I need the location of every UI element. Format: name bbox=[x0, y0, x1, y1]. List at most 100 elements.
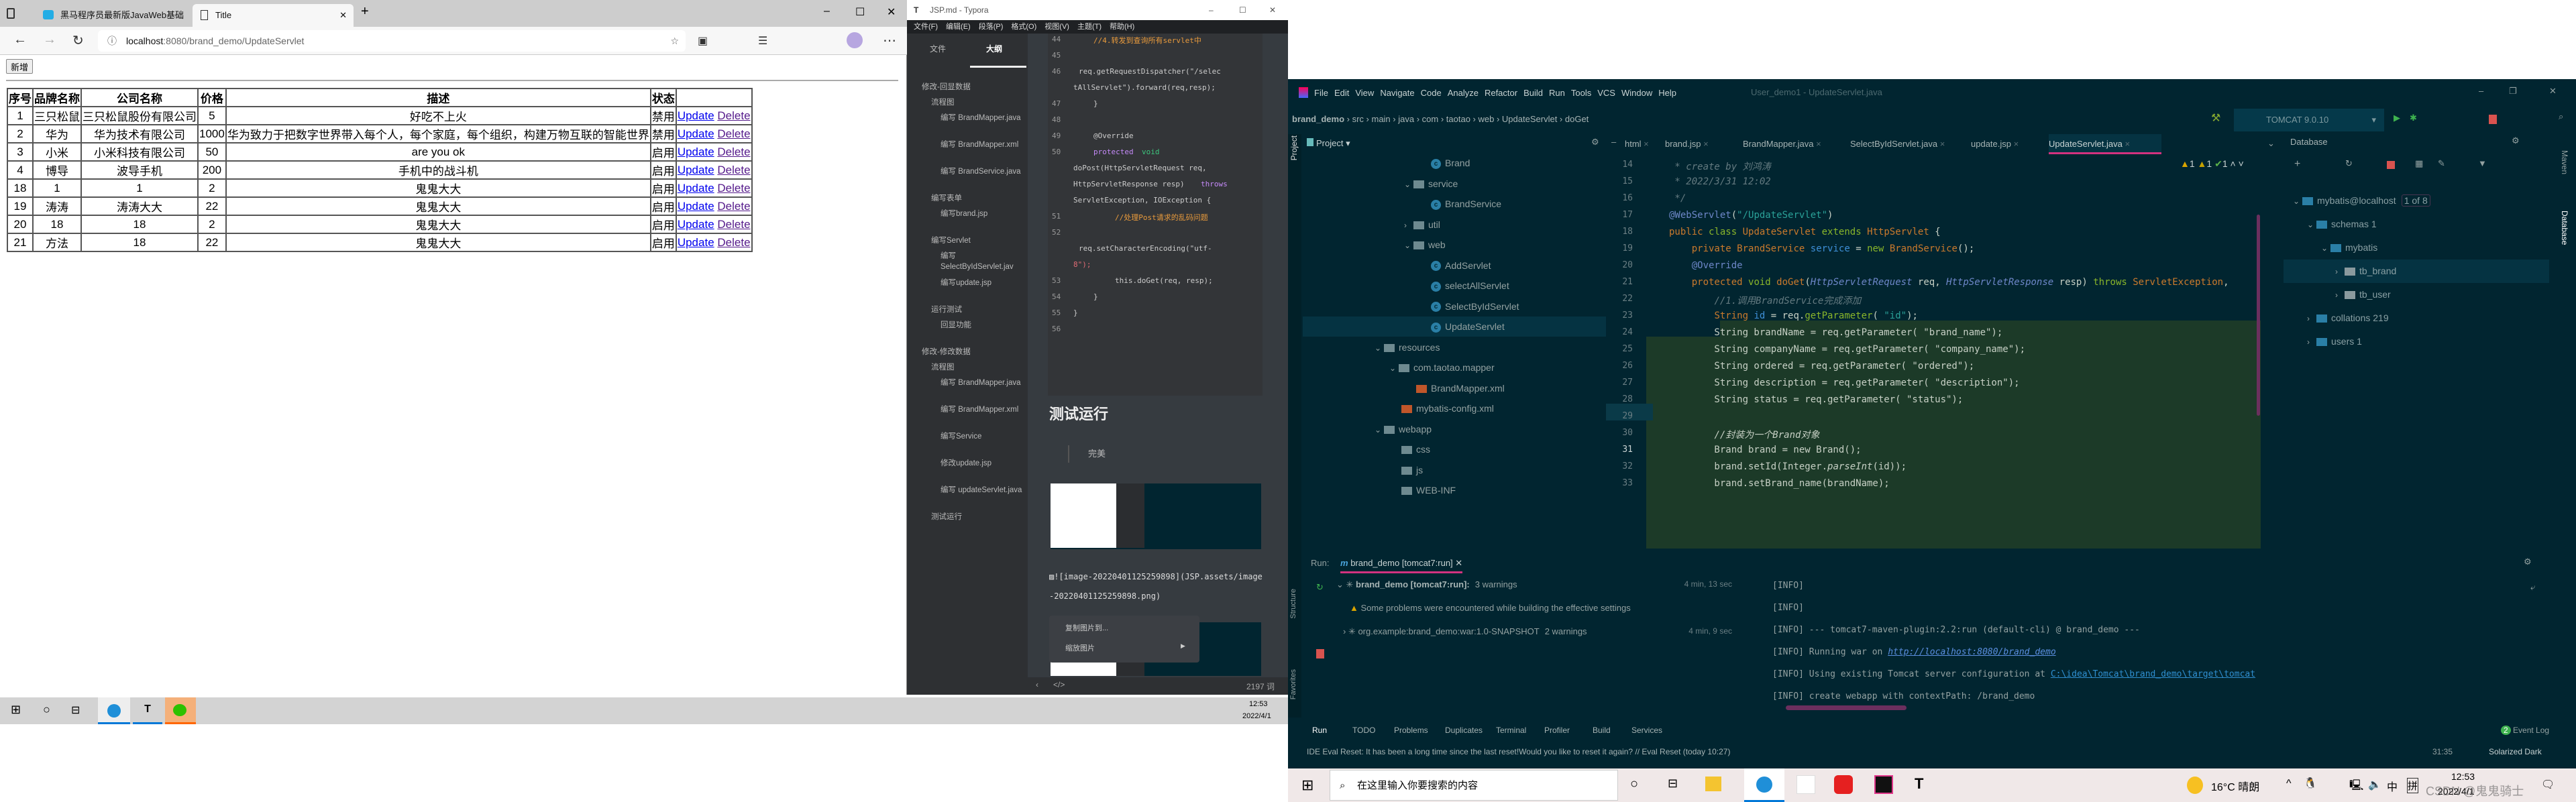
outline-item[interactable]: 流程图 bbox=[931, 362, 1026, 373]
close-window-icon[interactable]: ✕ bbox=[2549, 86, 2557, 97]
menu-file[interactable]: File bbox=[1314, 88, 1328, 98]
image-markdown-text[interactable]: ▨![image-20220401125259898](JSP.assets/i… bbox=[1049, 567, 1264, 606]
inspection-widget[interactable]: ▲1 ▲1 ✔1 ˄ ˅ bbox=[2180, 158, 2244, 170]
delete-link[interactable]: Delete bbox=[717, 200, 750, 213]
typora-taskbar-icon[interactable]: T bbox=[133, 697, 162, 724]
chevron-down-icon[interactable]: ⌄ bbox=[1389, 358, 1399, 378]
menu-item[interactable]: 文件(F) bbox=[914, 20, 938, 34]
outline-item[interactable]: 编写 BrandMapper.java bbox=[941, 378, 1026, 388]
breadcrumb-item[interactable]: brand_demo bbox=[1292, 114, 1344, 124]
db-tree-item[interactable]: › users 1 bbox=[2284, 330, 2549, 353]
edge-taskbar-icon[interactable] bbox=[1744, 768, 1784, 802]
menu-help[interactable]: Help bbox=[1658, 88, 1676, 98]
tree-item[interactable]: ⌄ resources bbox=[1303, 337, 1625, 357]
menu-view[interactable]: View bbox=[1355, 88, 1374, 98]
close-tab-icon[interactable]: × bbox=[1937, 139, 1945, 149]
add-brand-button[interactable]: 新增 bbox=[6, 59, 34, 74]
tab-bilibili[interactable]: 黑马程序员最新版JavaWeb基础 bbox=[38, 4, 192, 27]
menu-build[interactable]: Build bbox=[1523, 88, 1543, 98]
restore-icon[interactable]: ❐ bbox=[2509, 86, 2517, 97]
run-config-select[interactable]: TOMCAT 9.0.10 ▾ bbox=[2234, 109, 2384, 131]
delete-link[interactable]: Delete bbox=[717, 146, 750, 158]
db-tree-item[interactable]: ⌄ mybatis bbox=[2284, 236, 2549, 260]
chevron-right-icon[interactable]: › bbox=[2335, 260, 2345, 284]
update-link[interactable]: Update bbox=[678, 127, 714, 140]
qq-icon[interactable]: 🐧 bbox=[2304, 777, 2317, 790]
close-tab-icon[interactable]: × bbox=[1642, 139, 1649, 149]
outline-item[interactable]: 编写 BrandMapper.xml bbox=[941, 404, 1026, 415]
editor-tab[interactable]: UpdateServlet.java × bbox=[2049, 134, 2161, 154]
close-tab-icon[interactable]: ✕ bbox=[339, 4, 347, 27]
clock-time[interactable]: 12:53 bbox=[2451, 771, 2475, 782]
chevron-down-icon[interactable]: ⌄ bbox=[1375, 338, 1384, 358]
filter-icon[interactable]: ▼ bbox=[2478, 158, 2487, 168]
tree-item[interactable]: js bbox=[1303, 460, 1625, 480]
chevron-down-icon[interactable]: ⌄ bbox=[1404, 174, 1413, 194]
menu-tools[interactable]: Tools bbox=[1571, 88, 1591, 98]
cortana-icon[interactable]: ○ bbox=[1630, 777, 1638, 792]
breadcrumb-item[interactable]: taotao bbox=[1446, 114, 1470, 124]
outline-item[interactable]: 修改-回显数据 bbox=[922, 82, 1026, 93]
rerun-icon[interactable]: ↻ bbox=[1316, 582, 1324, 593]
breadcrumb-item[interactable]: UpdateServlet bbox=[1502, 114, 1557, 124]
stop-icon[interactable] bbox=[2387, 161, 2395, 169]
soft-wrap-icon[interactable]: ⤶ bbox=[2530, 582, 2535, 593]
table-icon[interactable]: ▦ bbox=[2415, 158, 2423, 169]
hammer-build-icon[interactable]: ⚒ bbox=[2211, 111, 2220, 125]
code-editor[interactable]: 14 15 16 17 18 19 20 21 22 23 24 25 26 27 28 29 30 31 32 33… bbox=[1606, 154, 2261, 579]
tree-item[interactable]: ⌄ web bbox=[1303, 235, 1625, 255]
task-view-icon[interactable]: ⊟ bbox=[71, 703, 80, 717]
stop-icon[interactable] bbox=[1316, 649, 1324, 658]
menu-item-zoom-image[interactable]: 缩放图片 bbox=[1065, 642, 1095, 653]
db-tree-item[interactable]: › tb_user bbox=[2284, 283, 2549, 306]
caret-position[interactable]: 31:35 bbox=[2432, 747, 2453, 756]
close-window-icon[interactable]: ✕ bbox=[887, 5, 896, 19]
close-tab-icon[interactable]: × bbox=[2011, 139, 2019, 149]
localhost-link[interactable]: http://localhost:8080/brand_demo bbox=[1888, 647, 2055, 657]
outline-item[interactable]: 编写Service bbox=[941, 431, 1026, 442]
close-window-icon[interactable]: ✕ bbox=[1269, 0, 1276, 20]
weather-text[interactable]: 16°C 晴朗 bbox=[2211, 778, 2259, 794]
tab-files[interactable]: 文件 bbox=[930, 43, 946, 54]
tool-tab-profiler[interactable]: Profiler bbox=[1544, 726, 1570, 735]
outline-item[interactable]: 编写表单 bbox=[931, 193, 1026, 204]
run-icon[interactable]: ▶ bbox=[2394, 113, 2400, 123]
more-icon[interactable]: ⋯ bbox=[883, 32, 896, 49]
menu-edit[interactable]: Edit bbox=[1334, 88, 1349, 98]
chevron-down-icon[interactable]: ⌄ bbox=[2307, 213, 2316, 237]
edit-icon[interactable]: ✎ bbox=[2438, 158, 2445, 169]
volume-icon[interactable]: 🔈 bbox=[2368, 778, 2381, 791]
menu-navigate[interactable]: Navigate bbox=[1380, 88, 1414, 98]
search-everywhere-icon[interactable]: ⌕ bbox=[2559, 111, 2563, 122]
close-tab-icon[interactable]: × bbox=[2123, 139, 2130, 149]
ime-mode[interactable]: 中 bbox=[2387, 778, 2398, 794]
outline-item[interactable]: 运行测试 bbox=[931, 304, 1026, 315]
menu-item[interactable]: 帮助(H) bbox=[1110, 20, 1134, 34]
screenshot-thumbnail[interactable] bbox=[1051, 483, 1261, 549]
gear-icon[interactable]: ⚙ bbox=[2524, 557, 2532, 567]
windows-start-icon[interactable]: ⊞ bbox=[11, 703, 21, 717]
clock-date[interactable]: 2022/4/1 bbox=[1242, 712, 1271, 720]
word-count[interactable]: 2197 词 bbox=[1246, 681, 1275, 692]
stop-icon[interactable] bbox=[2489, 115, 2497, 124]
maximize-icon[interactable]: ☐ bbox=[1239, 0, 1246, 20]
menu-run[interactable]: Run bbox=[1549, 88, 1565, 98]
update-link[interactable]: Update bbox=[678, 182, 714, 194]
tool-tab-todo[interactable]: TODO bbox=[1352, 726, 1375, 735]
tree-item[interactable]: › util bbox=[1303, 215, 1625, 235]
editor-tab[interactable]: update.jsp × bbox=[1971, 134, 2047, 154]
minimize-icon[interactable]: – bbox=[1209, 0, 1214, 20]
hide-icon[interactable]: – bbox=[1611, 137, 1616, 147]
tool-tab-terminal[interactable]: Terminal bbox=[1496, 726, 1526, 735]
menu-item[interactable]: 编辑(E) bbox=[946, 20, 971, 34]
extension-icon[interactable]: ▣ bbox=[698, 34, 708, 48]
outline-item[interactable]: 流程图 bbox=[931, 97, 1026, 108]
menu-item[interactable]: 主题(T) bbox=[1077, 20, 1102, 34]
menu-code[interactable]: Code bbox=[1421, 88, 1442, 98]
outline-item[interactable]: 编写brand.jsp bbox=[941, 209, 1026, 219]
delete-link[interactable]: Delete bbox=[717, 109, 750, 122]
tab-outline[interactable]: 大纲 bbox=[986, 43, 1002, 54]
chevron-right-icon[interactable]: › bbox=[2307, 307, 2316, 331]
edge-taskbar-icon[interactable] bbox=[98, 697, 130, 724]
outline-item[interactable]: 编写Servlet bbox=[931, 235, 1026, 246]
